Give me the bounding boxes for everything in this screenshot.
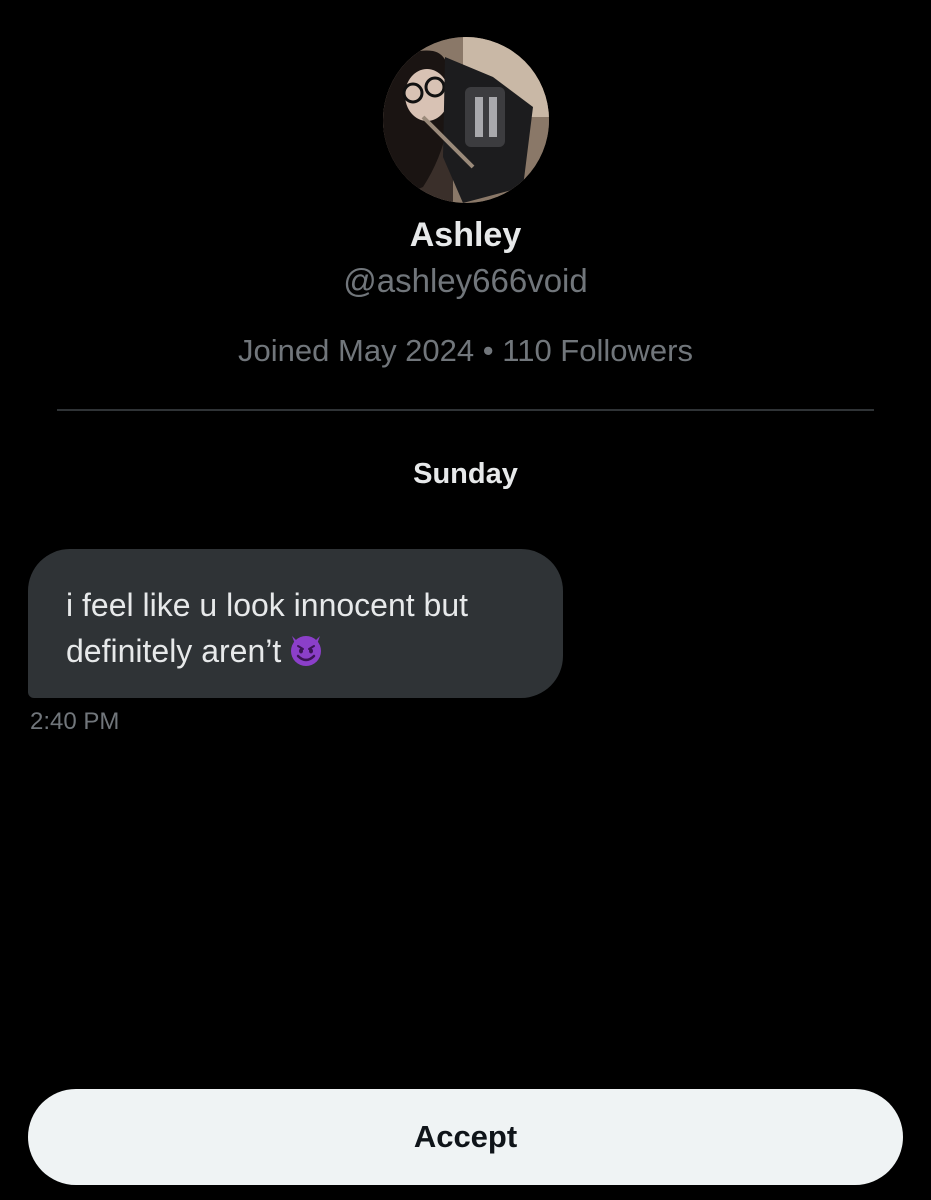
meta-separator: • xyxy=(482,333,494,368)
message-text-line-2-wrap: definitely aren’t xyxy=(66,628,525,680)
message-timestamp: 2:40 PM xyxy=(30,708,120,735)
avatar[interactable] xyxy=(383,37,549,203)
profile-handle: @ashley666void xyxy=(343,262,588,299)
accept-button[interactable]: Accept xyxy=(28,1089,903,1185)
message-bubble[interactable]: i feel like u look innocent but definite… xyxy=(28,549,563,698)
followers-count[interactable]: 110 Followers xyxy=(502,333,693,368)
message-text-line-2: definitely aren’t xyxy=(66,633,282,669)
joined-date: Joined May 2024 xyxy=(238,333,475,368)
profile-photo-icon xyxy=(383,37,549,203)
profile-name: Ashley xyxy=(409,216,522,254)
day-label: Sunday xyxy=(413,458,518,490)
divider xyxy=(57,409,874,411)
profile-meta: Joined May 2024 • 110 Followers xyxy=(0,330,931,372)
smiling-devil-emoji-icon xyxy=(287,630,325,680)
message-text-line-1: i feel like u look innocent but xyxy=(66,587,469,623)
